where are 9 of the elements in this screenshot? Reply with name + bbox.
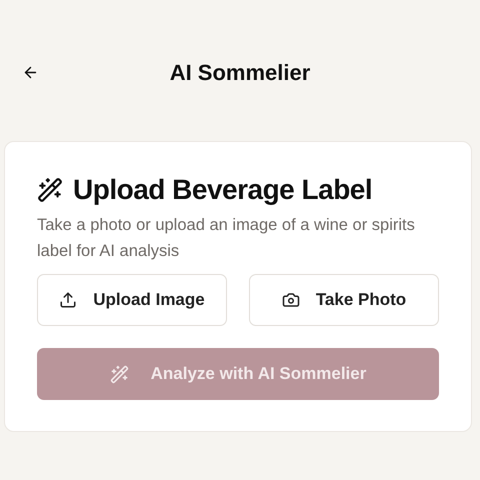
magic-wand-icon — [37, 177, 63, 203]
card-title: Upload Beverage Label — [73, 173, 372, 207]
upload-image-button[interactable]: Upload Image — [37, 274, 227, 326]
upload-icon — [59, 291, 78, 309]
magic-wand-icon — [110, 364, 129, 384]
card-description: Take a photo or upload an image of a wine or spirits label for AI analysis — [37, 215, 416, 262]
page-title: AI Sommelier — [170, 59, 310, 87]
camera-icon — [282, 291, 300, 309]
take-photo-button[interactable]: Take Photo — [249, 274, 439, 326]
